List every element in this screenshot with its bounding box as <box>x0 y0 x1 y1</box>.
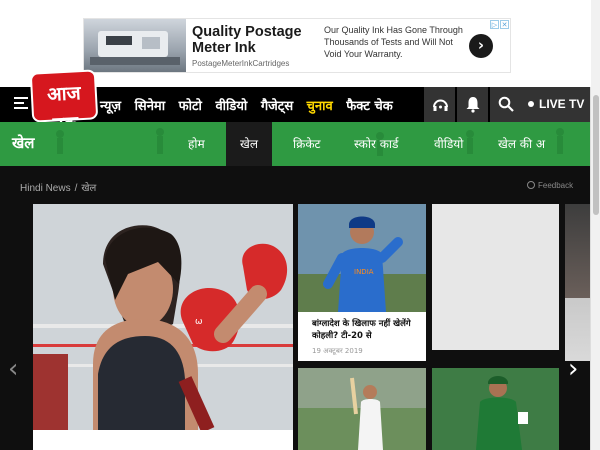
story-image[interactable]: INDIA <box>298 204 426 312</box>
audio-button[interactable] <box>423 87 455 122</box>
live-dot-icon <box>528 101 534 107</box>
close-icon[interactable]: ✕ <box>500 20 509 29</box>
story-image[interactable] <box>432 368 559 450</box>
breadcrumb-current: खेल <box>81 183 97 194</box>
adchoices-icon[interactable]: ▷ <box>490 20 499 29</box>
feedback-icon <box>527 181 535 189</box>
tab-sports[interactable]: खेल <box>226 122 272 166</box>
notifications-button[interactable] <box>456 87 488 122</box>
audio-icon <box>433 99 448 111</box>
search-icon <box>498 96 514 112</box>
tab-scorecard[interactable]: स्कोर कार्ड <box>354 122 398 166</box>
site-logo[interactable]: आज तक <box>31 71 97 136</box>
tab-sports-more[interactable]: खेल की अ <box>498 122 545 166</box>
bell-icon <box>466 97 480 113</box>
scrollbar-thumb[interactable] <box>593 95 599 215</box>
menu-icon[interactable] <box>14 97 28 111</box>
scrollbar[interactable] <box>590 87 600 450</box>
ad-image[interactable] <box>84 19 186 72</box>
breadcrumb-home[interactable]: Hindi News <box>20 183 71 194</box>
tab-home[interactable]: होम <box>188 122 205 166</box>
feedback-link[interactable]: Feedback <box>527 181 573 190</box>
chevron-right-icon[interactable]: › <box>469 34 493 58</box>
story-title[interactable]: बांग्लादेश के खिलाफ नहीं खेलेंगे कोहली? … <box>312 318 422 342</box>
nav-item-news[interactable]: न्यूज़ <box>100 99 121 114</box>
featured-story-image[interactable]: ω <box>33 204 293 430</box>
nav-item-photo[interactable]: फोटो <box>179 99 202 114</box>
section-title[interactable]: खेल <box>12 133 34 153</box>
breadcrumb-separator: / <box>74 183 78 194</box>
story-card-placeholder[interactable] <box>432 204 559 350</box>
ad-description: Our Quality Ink Has Gone Through Thousan… <box>324 25 463 59</box>
svg-text:INDIA: INDIA <box>354 268 374 276</box>
main-navbar: आज तक न्यूज़ सिनेमा फोटो वीडियो गैजेट्स … <box>0 71 600 136</box>
story-date: 19 अक्टूबर 2019 <box>312 347 363 355</box>
tab-video[interactable]: वीडियो <box>434 122 463 166</box>
section-navbar: खेल होम खेल क्रिकेट स्कोर कार्ड वीडियो ख… <box>0 122 590 166</box>
story-image[interactable] <box>298 368 426 450</box>
story-card[interactable] <box>298 368 426 450</box>
nav-links: न्यूज़ सिनेमा फोटो वीडियो गैजेट्स चुनाव … <box>100 96 402 114</box>
story-card-partial[interactable] <box>565 204 590 361</box>
nav-item-fact-check[interactable]: फैक्ट चेक <box>346 99 392 114</box>
featured-story-card[interactable]: ω <box>33 204 293 450</box>
ad-url[interactable]: PostageMeterInkCartridges <box>192 59 289 68</box>
ad-box[interactable]: Quality Postage Meter Ink PostageMeterIn… <box>83 18 511 73</box>
breadcrumb: Hindi News / खेल <box>20 180 96 194</box>
chevron-right-icon[interactable]: › <box>568 354 584 384</box>
tab-cricket[interactable]: क्रिकेट <box>293 122 321 166</box>
nav-item-video[interactable]: वीडियो <box>215 99 247 114</box>
live-tv-label: LIVE TV <box>539 97 585 111</box>
story-card[interactable] <box>432 368 559 450</box>
chevron-left-icon[interactable]: ‹ <box>8 354 24 384</box>
story-card[interactable]: INDIA बांग्लादेश के खिलाफ नहीं खेलेंगे क… <box>298 204 426 361</box>
feedback-label: Feedback <box>538 181 574 190</box>
nav-item-election[interactable]: चुनाव <box>307 99 333 114</box>
nav-item-cinema[interactable]: सिनेमा <box>135 99 166 114</box>
ad-choices[interactable]: ▷ ✕ <box>489 20 509 29</box>
ad-title[interactable]: Quality Postage Meter Ink <box>192 24 322 56</box>
search-button[interactable] <box>489 87 521 122</box>
scrollbar-track-top[interactable] <box>591 0 600 87</box>
svg-text:ω: ω <box>195 317 203 327</box>
nav-item-gadgets[interactable]: गैजेट्स <box>261 99 293 114</box>
content-area: Hindi News / खेल Feedback ω INDIA बांग्ल… <box>0 166 590 450</box>
live-tv-button[interactable]: LIVE TV <box>520 87 591 122</box>
